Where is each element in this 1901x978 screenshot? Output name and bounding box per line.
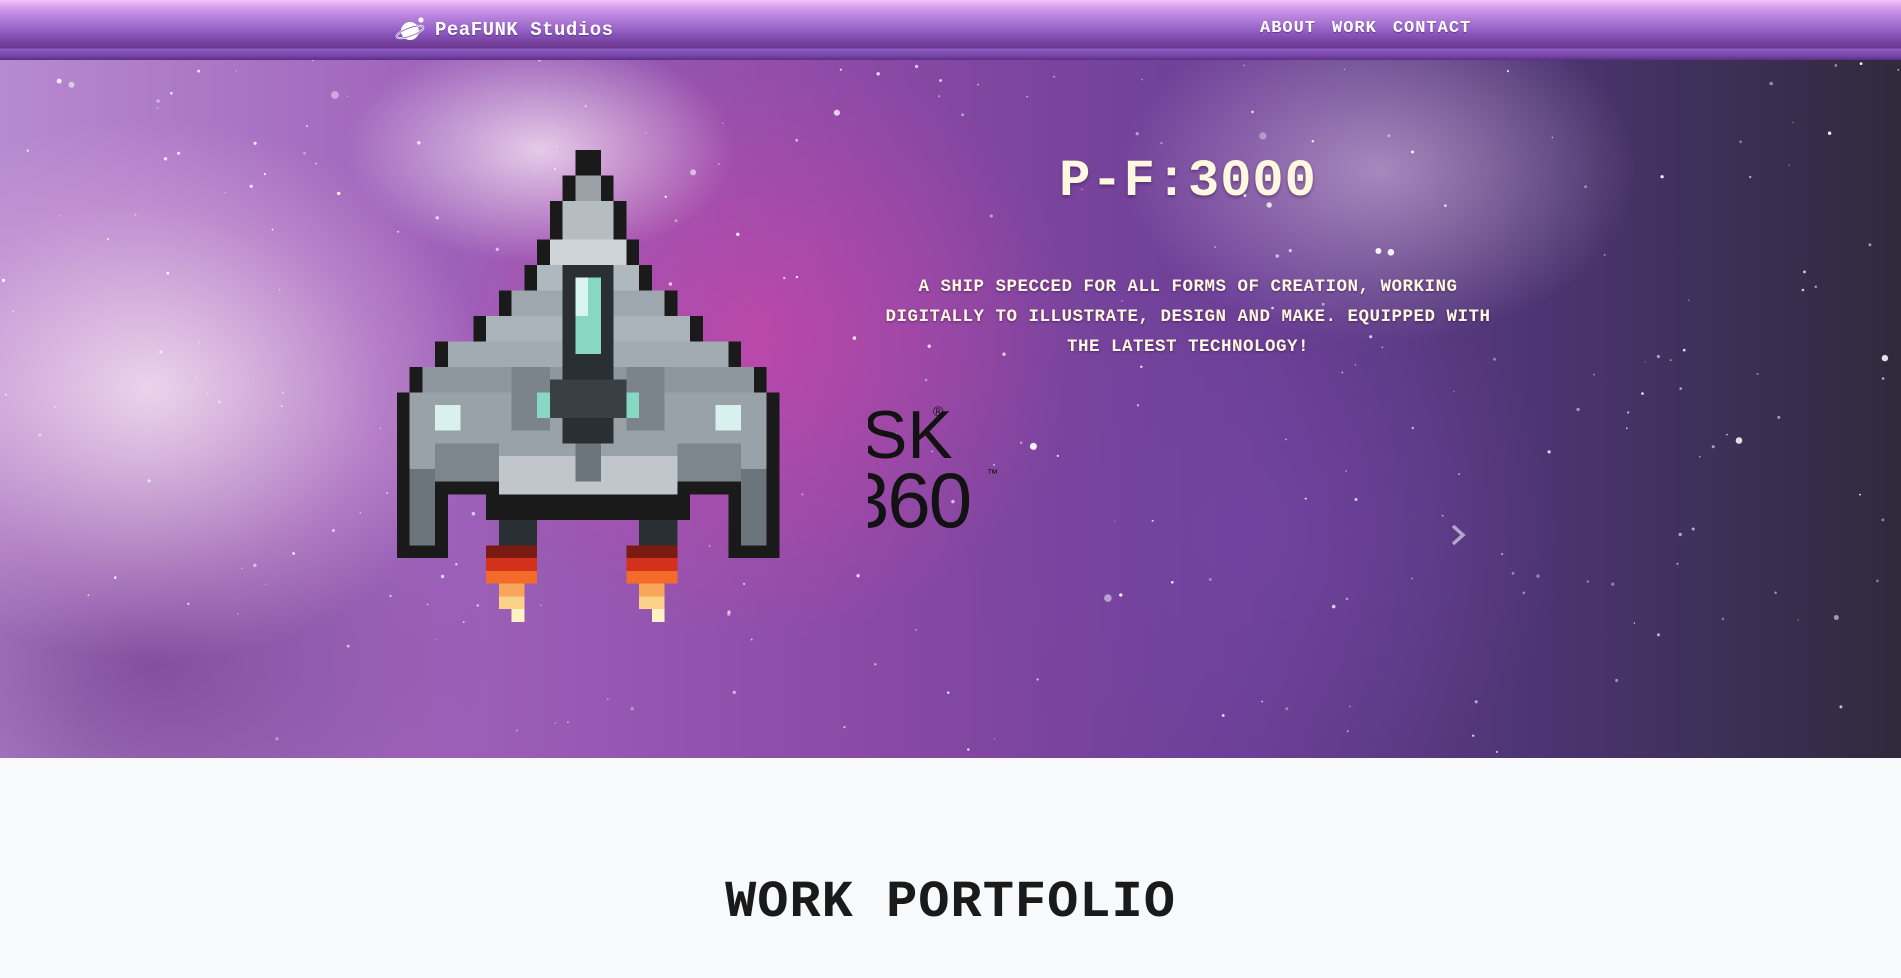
carousel-next-button[interactable] bbox=[1446, 520, 1470, 550]
nav-link-contact[interactable]: CONTACT bbox=[1393, 19, 1471, 38]
portfolio-title: WORK PORTFOLIO bbox=[725, 873, 1176, 932]
planet-icon bbox=[395, 17, 425, 40]
hero-title: P-F:3000 bbox=[1059, 152, 1317, 211]
nav-link-about[interactable]: ABOUT bbox=[1260, 19, 1316, 38]
pixel-spaceship-icon bbox=[396, 150, 780, 622]
slide-logo-registered-mark: ® bbox=[933, 403, 944, 419]
chevron-right-icon bbox=[1451, 524, 1466, 546]
navbar: PeaFUNK Studios ABOUT WORK CONTACT bbox=[0, 0, 1901, 60]
brand-name: PeaFUNK Studios bbox=[435, 19, 614, 41]
slide-logo-trademark: ™ bbox=[987, 468, 998, 480]
hero-description: A SHIP SPECCED FOR ALL FORMS OF CREATION… bbox=[885, 277, 1491, 357]
nav-links: ABOUT WORK CONTACT bbox=[1260, 19, 1471, 38]
slide-logo-line2: 360 bbox=[868, 456, 972, 528]
hero-carousel: SK ® 360 ™ bbox=[0, 60, 1901, 758]
slide-logo: SK ® 360 ™ bbox=[868, 398, 1008, 528]
brand-link[interactable]: PeaFUNK Studios bbox=[395, 14, 614, 46]
nav-link-work[interactable]: WORK bbox=[1332, 19, 1377, 38]
